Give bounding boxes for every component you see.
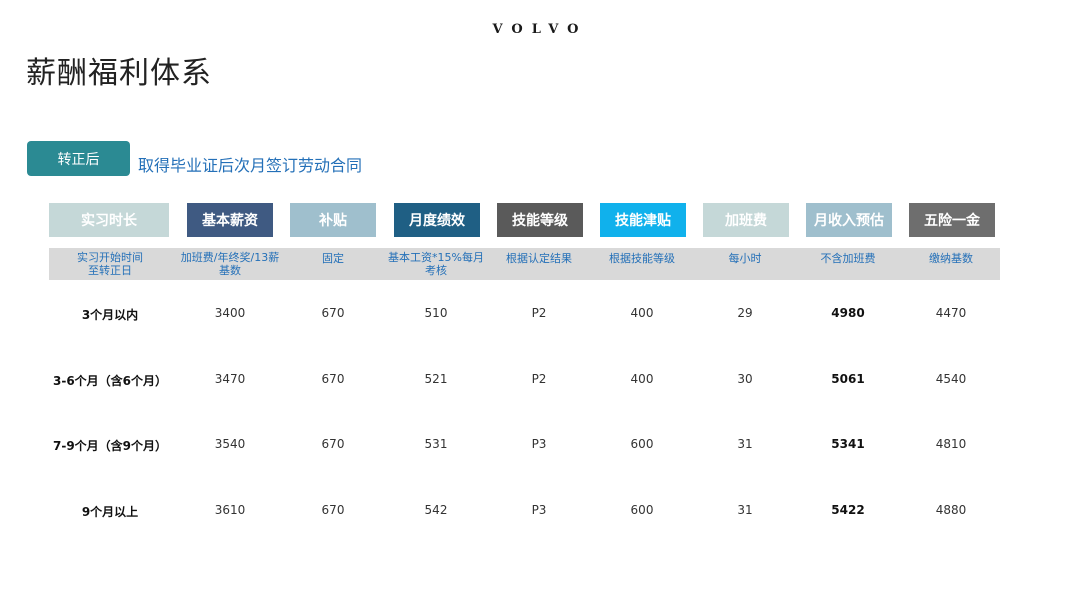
column-header: 补贴 bbox=[290, 203, 376, 237]
column-subheader: 固定 bbox=[322, 252, 344, 265]
page-title: 薪酬福利体系 bbox=[26, 56, 212, 91]
table-cell: 29 bbox=[737, 306, 753, 320]
table-cell: 5061 bbox=[831, 372, 865, 386]
column-header: 技能等级 bbox=[497, 203, 583, 237]
status-badge: 转正后 bbox=[27, 141, 130, 176]
table-cell: 3400 bbox=[214, 306, 246, 320]
table-cell: 521 bbox=[424, 372, 448, 386]
row-label: 7-9个月（含9个月） bbox=[52, 439, 168, 453]
table-cell: 670 bbox=[321, 372, 345, 386]
column-header: 月度绩效 bbox=[394, 203, 480, 237]
table-cell: 600 bbox=[630, 503, 654, 517]
table-cell: P3 bbox=[531, 503, 547, 517]
column-header: 基本薪资 bbox=[187, 203, 273, 237]
row-label: 3个月以内 bbox=[81, 308, 139, 322]
table-cell: 4980 bbox=[831, 306, 865, 320]
column-header: 月收入预估 bbox=[806, 203, 892, 237]
column-subheader: 加班费/年终奖/13薪 基数 bbox=[180, 251, 280, 277]
table-cell: 600 bbox=[630, 437, 654, 451]
volvo-logo: VOLVO bbox=[492, 22, 588, 37]
table-cell: 3540 bbox=[214, 437, 246, 451]
row-label: 9个月以上 bbox=[81, 505, 139, 519]
table-cell: 670 bbox=[321, 503, 345, 517]
column-header: 加班费 bbox=[703, 203, 789, 237]
table-cell: P2 bbox=[531, 372, 547, 386]
column-subheader: 实习开始时间 至转正日 bbox=[77, 251, 143, 277]
table-cell: 542 bbox=[424, 503, 448, 517]
contract-note: 取得毕业证后次月签订劳动合同 bbox=[138, 156, 363, 175]
table-cell: 3610 bbox=[214, 503, 246, 517]
table-cell: 400 bbox=[630, 372, 654, 386]
table-cell: 670 bbox=[321, 437, 345, 451]
table-cell: 531 bbox=[424, 437, 448, 451]
table-cell: 400 bbox=[630, 306, 654, 320]
table-cell: 30 bbox=[737, 372, 753, 386]
column-header: 实习时长 bbox=[49, 203, 169, 237]
column-header: 五险一金 bbox=[909, 203, 995, 237]
table-cell: 31 bbox=[737, 503, 753, 517]
table-cell: 510 bbox=[424, 306, 448, 320]
column-subheader: 基本工资*15%每月 考核 bbox=[388, 251, 484, 277]
table-cell: 4880 bbox=[935, 503, 967, 517]
table-cell: 5341 bbox=[831, 437, 865, 451]
table-cell: 4810 bbox=[935, 437, 967, 451]
table-cell: 670 bbox=[321, 306, 345, 320]
column-subheader: 不含加班费 bbox=[820, 252, 876, 265]
column-subheader: 缴纳基数 bbox=[929, 252, 973, 265]
table-cell: 5422 bbox=[831, 503, 865, 517]
column-subheader: 根据认定结果 bbox=[506, 252, 572, 265]
table-cell: 4470 bbox=[935, 306, 967, 320]
table-cell: 3470 bbox=[214, 372, 246, 386]
table-cell: 31 bbox=[737, 437, 753, 451]
column-subheader: 每小时 bbox=[728, 252, 762, 265]
table-cell: 4540 bbox=[935, 372, 967, 386]
table-cell: P3 bbox=[531, 437, 547, 451]
row-label: 3-6个月（含6个月） bbox=[52, 374, 168, 388]
table-cell: P2 bbox=[531, 306, 547, 320]
column-header: 技能津贴 bbox=[600, 203, 686, 237]
column-subheader: 根据技能等级 bbox=[609, 252, 675, 265]
